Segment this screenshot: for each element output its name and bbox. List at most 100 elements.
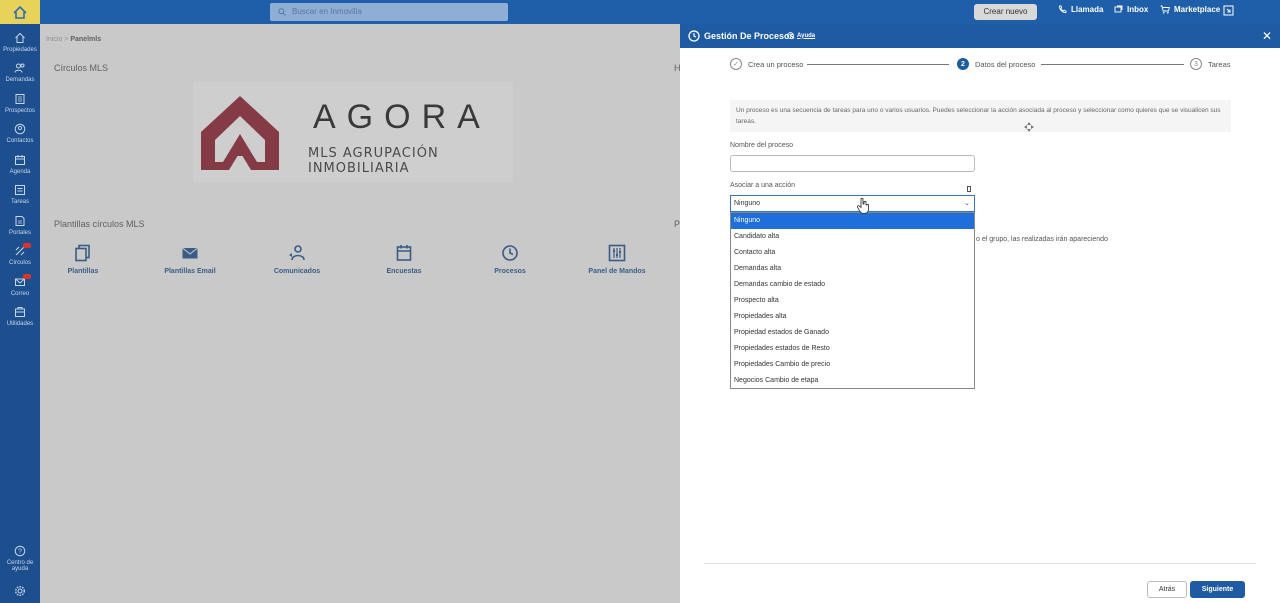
close-icon[interactable]: ✕ <box>1262 30 1272 42</box>
portal-icon <box>15 216 25 226</box>
step-connector <box>1041 64 1184 65</box>
check-icon: ✓ <box>730 58 742 70</box>
notification-badge <box>23 274 31 279</box>
call-label: Llamada <box>1071 5 1104 14</box>
step-1[interactable]: ✓ Crea un proceso <box>730 58 803 70</box>
question-icon: ? <box>14 545 26 557</box>
house-logo-icon <box>13 5 27 19</box>
step-number: 2 <box>957 58 969 70</box>
dropdown-option[interactable]: Demandas alta <box>731 261 974 277</box>
trash-icon[interactable] <box>967 186 971 192</box>
dropdown-option[interactable]: Contacto alta <box>731 245 974 261</box>
panel-header: Gestión De Procesos ? Ayuda ✕ <box>680 24 1280 48</box>
dropdown-option[interactable]: Demandas cambio de estado <box>731 277 974 293</box>
clock-icon <box>688 30 700 42</box>
call-link[interactable]: Llamada <box>1058 5 1103 14</box>
sidebar-item-correo[interactable]: Correo <box>0 274 40 297</box>
svg-text:?: ? <box>789 33 792 39</box>
sidebar-item-tareas[interactable]: Tareas <box>0 184 40 205</box>
question-icon: ? <box>787 32 794 39</box>
name-label: Nombre del proceso <box>730 142 794 149</box>
logout-icon <box>1223 5 1234 16</box>
app-logo[interactable] <box>0 0 40 24</box>
next-button[interactable]: Siguiente <box>1190 581 1245 598</box>
action-select[interactable]: Ninguno ⌄ <box>730 195 975 212</box>
sidebar-item-circulos[interactable]: Círculos <box>0 243 40 266</box>
dropdown-option[interactable]: Propiedad estados de Ganado <box>731 325 974 341</box>
dropdown-option[interactable]: Candidato alta <box>731 229 974 245</box>
sidebar-item-demandas[interactable]: Demandas <box>0 62 40 83</box>
tools-icon <box>15 307 25 317</box>
tasks-icon <box>15 185 25 195</box>
dropdown-option[interactable]: Negocios Cambio de etapa <box>731 373 974 389</box>
sidebar-item-label: Demandas <box>5 77 35 83</box>
sidebar-item-contactos[interactable]: Contactos <box>0 123 40 144</box>
sidebar-item-label: Utilidades <box>6 321 34 327</box>
step-3[interactable]: 3 Tareas <box>1190 58 1231 70</box>
search-input[interactable]: Buscar en Inmovilla <box>270 3 508 21</box>
background-help-text: o el grupo, las realizadas irán aparecie… <box>976 236 1108 243</box>
sidebar-item-prospectos[interactable]: Prospectos <box>0 93 40 114</box>
step-connector <box>807 64 949 65</box>
notification-badge <box>23 243 31 248</box>
sidebar-item-utilidades[interactable]: Utilidades <box>0 306 40 327</box>
settings-button[interactable] <box>0 585 40 600</box>
dropdown-option[interactable]: Propiedades estados de Resto <box>731 341 974 357</box>
sidebar-item-agenda[interactable]: Agenda <box>0 154 40 175</box>
help-label-2: ayuda <box>11 566 29 572</box>
dropdown-option[interactable]: Propiedades alta <box>731 309 974 325</box>
search-icon <box>278 8 286 16</box>
process-panel: Gestión De Procesos ? Ayuda ✕ ✓ Crea un … <box>680 24 1280 603</box>
hand-cursor-icon <box>857 198 869 214</box>
contact-icon <box>14 123 26 135</box>
action-selected-value: Ninguno <box>734 200 761 207</box>
modal-backdrop[interactable] <box>40 24 680 603</box>
help-center-link[interactable]: ? Centro de ayuda <box>0 545 40 572</box>
move-cursor-icon <box>1024 122 1034 132</box>
marketplace-link[interactable]: Marketplace <box>1160 5 1220 14</box>
process-name-input[interactable] <box>730 155 975 172</box>
marketplace-label: Marketplace <box>1174 5 1221 14</box>
panel-title: Gestión De Procesos <box>704 31 795 41</box>
sidebar-item-propiedades[interactable]: Propiedades <box>0 32 40 53</box>
search-placeholder: Buscar en Inmovilla <box>292 7 362 16</box>
cart-icon <box>1160 5 1170 14</box>
step-label: Crea un proceso <box>748 59 804 69</box>
sidebar-item-label: Agenda <box>9 169 31 175</box>
footer-divider <box>704 563 1256 564</box>
logout-button[interactable] <box>1223 5 1234 16</box>
sidebar-item-label: Correo <box>10 291 30 297</box>
sidebar-item-label: Prospectos <box>4 108 35 114</box>
inbox-icon <box>1114 5 1123 13</box>
svg-text:?: ? <box>18 549 22 556</box>
create-new-button[interactable]: Crear nuevo <box>974 4 1037 20</box>
building-icon <box>15 94 25 104</box>
phone-icon <box>1059 5 1067 13</box>
sidebar-item-label: Propiedades <box>3 47 37 53</box>
inbox-label: Inbox <box>1127 5 1149 14</box>
sidebar-item-label: Círculos <box>8 260 31 266</box>
help-label: Ayuda <box>797 32 816 39</box>
step-number: 3 <box>1190 58 1202 70</box>
action-dropdown-list: Ninguno Candidato alta Contacto alta Dem… <box>730 212 975 389</box>
users-icon <box>14 63 25 73</box>
sidebar-item-label: Tareas <box>10 199 29 205</box>
calendar-icon <box>15 155 25 165</box>
dropdown-option[interactable]: Propiedades Cambio de precio <box>731 357 974 373</box>
gear-icon <box>14 585 26 597</box>
back-button[interactable]: Atrás <box>1147 581 1187 598</box>
home-icon <box>15 32 25 43</box>
sidebar: Propiedades Demandas Prospectos Contacto… <box>0 24 40 603</box>
chevron-down-icon: ⌄ <box>964 200 970 207</box>
step-2[interactable]: 2 Datos del proceso <box>957 58 1035 70</box>
sidebar-item-label: Portales <box>8 230 31 236</box>
inbox-link[interactable]: Inbox <box>1114 5 1148 14</box>
sidebar-item-label: Contactos <box>6 138 34 144</box>
top-bar: Buscar en Inmovilla Crear nuevo Llamada … <box>0 0 1280 24</box>
dropdown-option[interactable]: Ninguno <box>731 213 974 229</box>
action-label: Asociar a una acción <box>730 182 795 189</box>
sidebar-item-portales[interactable]: Portales <box>0 215 40 236</box>
step-label: Datos del proceso <box>975 59 1036 69</box>
dropdown-option[interactable]: Prospecto alta <box>731 293 974 309</box>
help-link[interactable]: ? Ayuda <box>787 32 815 39</box>
